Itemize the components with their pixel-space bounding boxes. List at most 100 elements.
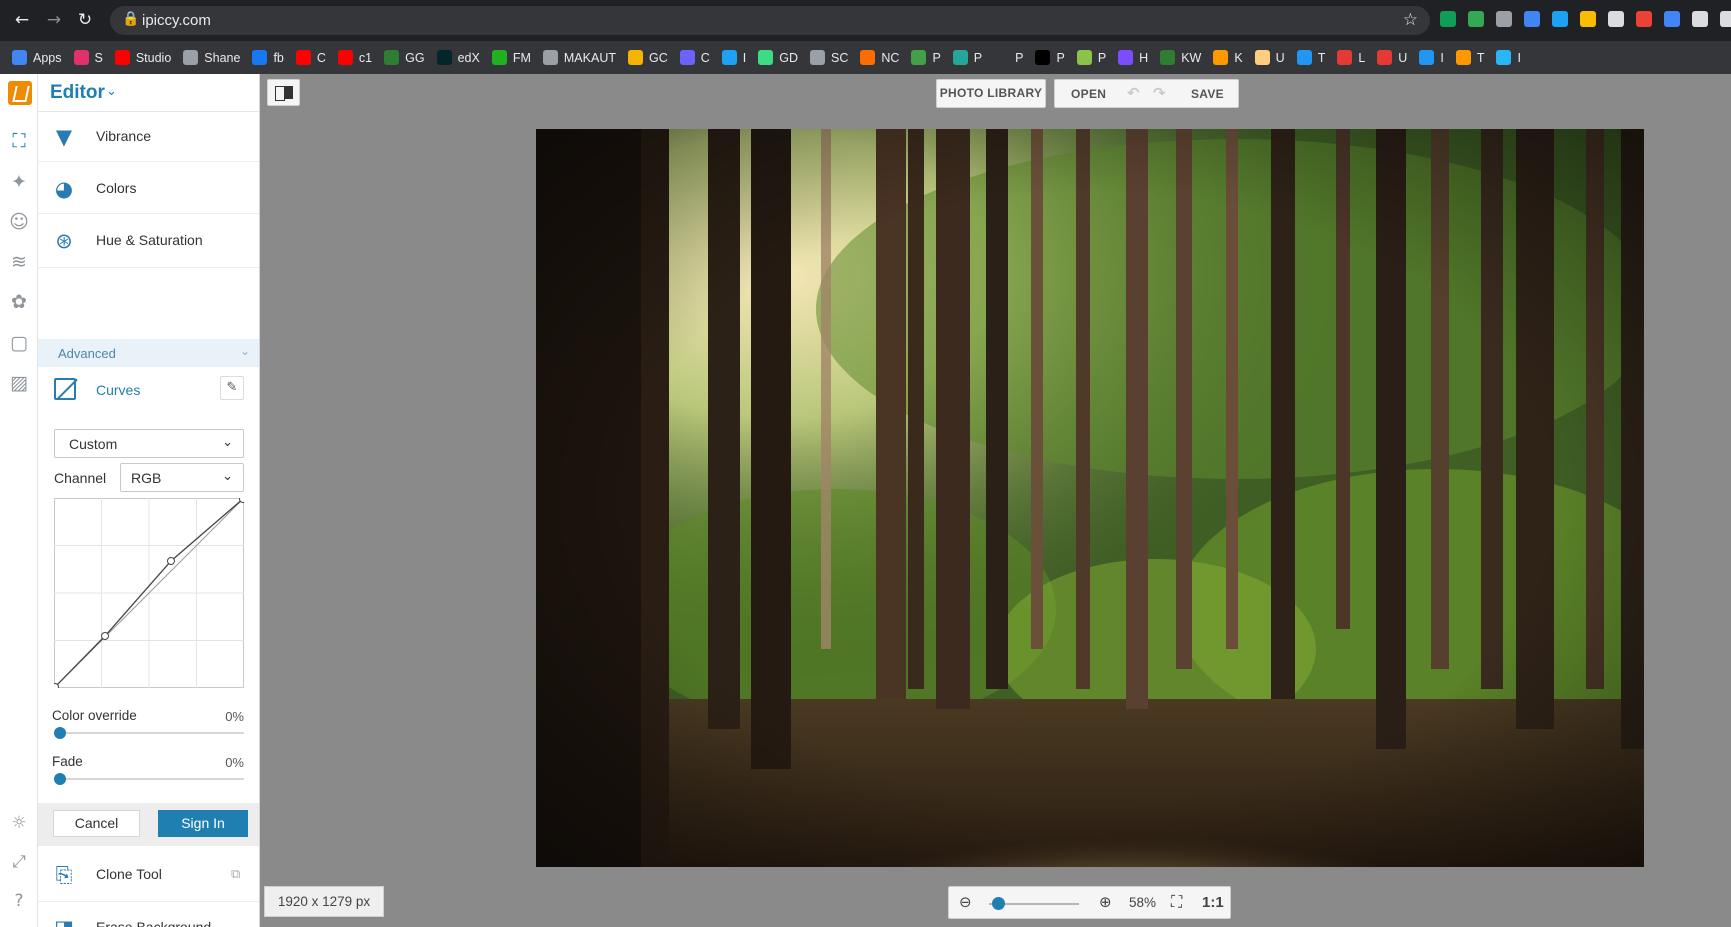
- bookmark-item[interactable]: C: [295, 50, 326, 65]
- forest-photo[interactable]: [536, 129, 1644, 867]
- magic-wand-icon[interactable]: ✦: [8, 171, 30, 193]
- bookmark-item[interactable]: MAKAUT: [542, 50, 616, 65]
- bookmark-item[interactable]: L: [1337, 50, 1365, 65]
- chevron-down-icon: ⌄: [106, 84, 117, 99]
- compare-button[interactable]: [267, 79, 300, 106]
- zoom-slider-knob[interactable]: [992, 897, 1005, 910]
- extension-icon[interactable]: [1664, 11, 1680, 27]
- bookmark-item[interactable]: C: [679, 50, 710, 65]
- bookmark-item[interactable]: GC: [627, 50, 668, 65]
- bookmark-item[interactable]: T: [1455, 50, 1484, 65]
- curves-graph[interactable]: [54, 498, 244, 688]
- menu-item-colors[interactable]: ◕ Colors: [38, 164, 259, 214]
- menu-item-clone-tool[interactable]: ⎘ Clone Tool ⧉: [38, 850, 259, 902]
- bookmark-item[interactable]: fb: [252, 50, 284, 65]
- extension-icon[interactable]: [1720, 11, 1731, 27]
- extension-icon[interactable]: [1636, 11, 1652, 27]
- hue-saturation-icon: ⊛: [55, 229, 73, 253]
- zoom-in-icon[interactable]: ⊕: [1099, 893, 1112, 911]
- bookmark-label: P: [932, 50, 941, 65]
- color-override-slider[interactable]: [54, 727, 244, 739]
- save-button[interactable]: SAVE: [1191, 87, 1224, 101]
- face-retouch-icon[interactable]: ☺: [8, 211, 30, 233]
- cancel-button[interactable]: Cancel: [53, 810, 140, 837]
- crop-tool-icon[interactable]: ⛶: [8, 130, 30, 152]
- extension-icon[interactable]: [1608, 11, 1624, 27]
- editor-header[interactable]: Editor ⌄: [38, 74, 259, 112]
- bookmark-item[interactable]: FM: [491, 50, 531, 65]
- extension-icon[interactable]: [1496, 11, 1512, 27]
- bookmark-item[interactable]: U: [1377, 50, 1407, 65]
- bookmark-item[interactable]: I: [1419, 50, 1444, 65]
- extension-icon[interactable]: [1580, 11, 1596, 27]
- photo-library-button[interactable]: PHOTO LIBRARY: [936, 79, 1046, 108]
- bookmark-favicon-icon: [1296, 50, 1312, 65]
- undo-icon[interactable]: ↶: [1127, 84, 1140, 102]
- bookmark-item[interactable]: KW: [1160, 50, 1201, 65]
- curves-preset-select[interactable]: Custom ⌄: [54, 429, 244, 458]
- extension-icon[interactable]: [1440, 11, 1456, 27]
- editor-title: Editor: [50, 82, 105, 103]
- redo-icon[interactable]: ↷: [1153, 84, 1166, 102]
- menu-item-vibrance[interactable]: ▼ Vibrance: [38, 112, 259, 162]
- palette-tool-icon[interactable]: ✿: [8, 291, 30, 313]
- bookmark-item[interactable]: P: [911, 50, 941, 65]
- extension-icon[interactable]: [1468, 11, 1484, 27]
- advanced-section-header[interactable]: Advanced ⌄: [38, 339, 259, 367]
- reload-icon[interactable]: ↻: [75, 10, 95, 30]
- zoom-out-icon[interactable]: ⊖: [959, 893, 972, 911]
- brush-icon[interactable]: ✎: [220, 376, 244, 400]
- extension-icon[interactable]: [1524, 11, 1540, 27]
- extension-icon[interactable]: [1692, 11, 1708, 27]
- bookmark-item[interactable]: P: [952, 50, 982, 65]
- forward-icon[interactable]: →: [44, 10, 64, 30]
- menu-item-hue-saturation[interactable]: ⊛ Hue & Saturation: [38, 216, 259, 268]
- bookmark-item[interactable]: T: [1296, 50, 1325, 65]
- external-icon: ⧉: [231, 867, 241, 882]
- bookmark-item[interactable]: I: [721, 50, 746, 65]
- channel-select[interactable]: RGB ⌄: [120, 463, 244, 492]
- bookmark-item[interactable]: Shane: [183, 50, 240, 65]
- bookmark-item[interactable]: GG: [384, 50, 425, 65]
- menu-item-erase-background[interactable]: ◨ Erase Background: [38, 903, 259, 927]
- actual-size-button[interactable]: 1:1: [1202, 894, 1224, 911]
- sign-in-button[interactable]: Sign In: [158, 810, 248, 837]
- texture-icon[interactable]: ▨: [8, 372, 30, 394]
- fullscreen-icon[interactable]: ⤢: [8, 851, 30, 873]
- bookmark-item[interactable]: P: [1035, 50, 1065, 65]
- extension-icon[interactable]: [1552, 11, 1568, 27]
- help-icon[interactable]: ?: [8, 890, 30, 912]
- bookmark-label: KW: [1181, 50, 1202, 65]
- zoom-slider[interactable]: [989, 897, 1079, 910]
- bookmark-item[interactable]: Apps: [12, 50, 62, 65]
- open-button[interactable]: OPEN: [1071, 87, 1106, 101]
- bookmark-item[interactable]: I: [1496, 50, 1521, 65]
- fade-slider[interactable]: [54, 773, 244, 785]
- bookmark-item[interactable]: S: [73, 50, 103, 65]
- slider-knob[interactable]: [54, 773, 66, 785]
- bookmark-item[interactable]: H: [1118, 50, 1148, 65]
- bookmark-item[interactable]: SC: [810, 50, 848, 65]
- bookmark-item[interactable]: Studio: [114, 50, 171, 65]
- ipiccy-logo[interactable]: [8, 81, 32, 105]
- layers-icon[interactable]: ≋: [8, 251, 30, 273]
- fit-screen-icon[interactable]: ⛶: [1171, 892, 1182, 912]
- bookmark-item[interactable]: K: [1213, 50, 1243, 65]
- bookmark-label: I: [1517, 50, 1521, 65]
- bookmark-item[interactable]: GD: [758, 50, 798, 65]
- bookmark-item[interactable]: NC: [860, 50, 899, 65]
- bookmark-favicon-icon: [721, 50, 737, 65]
- bookmark-item[interactable]: U: [1254, 50, 1285, 65]
- back-icon[interactable]: ←: [12, 10, 32, 30]
- bookmark-item[interactable]: c1: [337, 50, 372, 65]
- bookmark-item[interactable]: edX: [436, 50, 480, 65]
- address-bar[interactable]: 🔒 ipiccy.com ☆: [110, 6, 1430, 35]
- lightbulb-icon[interactable]: ☼: [8, 812, 30, 834]
- bookmark-item[interactable]: P: [1076, 50, 1106, 65]
- slider-knob[interactable]: [54, 727, 66, 739]
- bookmark-item[interactable]: P: [994, 50, 1023, 65]
- bookmark-star-icon[interactable]: ☆: [1403, 10, 1418, 30]
- bookmark-label: P: [1015, 50, 1024, 65]
- menu-item-label: Colors: [96, 180, 137, 196]
- frame-icon[interactable]: ▢: [8, 332, 30, 354]
